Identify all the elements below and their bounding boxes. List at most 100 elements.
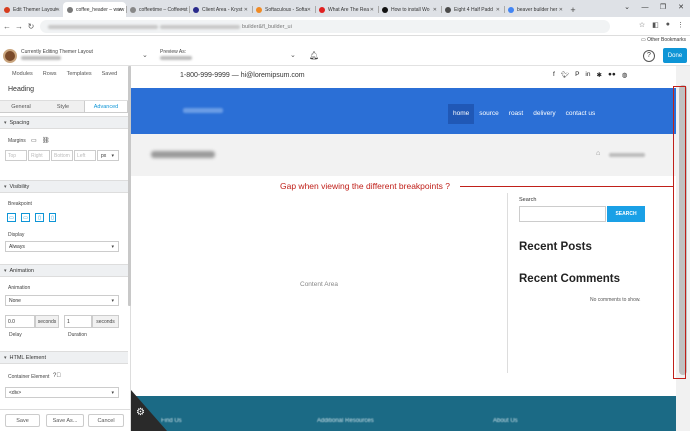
section-animation[interactable]: ▾ Animation [0,264,128,277]
margin-left-input[interactable]: Left [74,150,96,161]
tab-modules[interactable]: Modules [12,71,33,77]
new-tab-button[interactable]: + [567,2,579,17]
chevron-down-icon: ▾ [111,297,114,304]
link-icon[interactable]: ⛓︎ [42,137,50,144]
close-tab-icon[interactable]: ✕ [181,7,185,13]
close-tab-icon[interactable]: ✕ [244,7,248,13]
page-title-redacted [151,151,215,158]
save-as-button[interactable]: Save As... [46,414,84,427]
preview-as-value-redacted[interactable] [160,56,192,60]
pinterest-icon[interactable]: P [575,71,579,79]
back-icon[interactable]: ← [2,22,12,31]
responsive-icon[interactable]: ▭ [31,137,37,144]
yelp-icon[interactable]: ✱ [596,71,601,79]
section-html-element[interactable]: ▾ HTML Element [0,351,128,364]
tab-favicon [4,6,10,13]
notifications-bell-icon[interactable]: 🔔︎ [309,51,319,60]
menu-item-roast[interactable]: roast [504,104,528,124]
close-tab-icon[interactable]: ✕ [370,7,374,13]
chevron-down-icon[interactable]: ⌄ [142,51,148,59]
close-window-icon[interactable]: ✕ [672,0,690,15]
search-button[interactable]: SEARCH [607,206,645,222]
window-controls: ⌄ — ❐ ✕ [618,0,690,15]
menu-icon[interactable]: ⋮ [677,21,684,29]
tab-rows[interactable]: Rows [43,71,57,77]
folder-icon: ▭ [640,37,646,43]
forward-icon[interactable]: → [14,22,24,31]
section-spacing[interactable]: ▾ Spacing [0,116,128,129]
beaver-logo-icon[interactable] [3,49,17,63]
section-visibility[interactable]: ▾ Visibility [0,180,128,193]
menu-item-contact-us[interactable]: contact us [561,104,601,124]
dribbble-icon[interactable]: ◍ [622,71,628,79]
duration-input[interactable]: 1 [64,315,92,328]
animation-select[interactable]: None ▾ [5,295,119,306]
close-tab-icon[interactable]: ✕ [496,7,500,13]
tab-search-icon[interactable]: ⌄ [618,0,636,15]
display-label: Display [8,232,25,238]
redacted-url [48,24,158,29]
tab-general[interactable]: General [0,101,42,112]
tab-favicon [319,6,325,13]
cancel-button[interactable]: Cancel [88,414,124,427]
done-button[interactable]: Done [663,48,687,63]
close-tab-icon[interactable]: ✕ [118,7,122,13]
close-tab-icon[interactable]: ✕ [559,7,563,13]
browser-tab[interactable]: What Are The Rea ✕ [315,2,378,17]
close-tab-icon[interactable]: ✕ [433,7,437,13]
social-icons: f 🐦︎ P in ✱ ●● ◍ [553,71,627,79]
help-button[interactable]: ? [643,50,655,62]
mobile-breakpoint-icon[interactable]: ▯ [49,213,56,222]
save-button[interactable]: Save [5,414,40,427]
help-icon[interactable]: ?⃝ [53,373,61,379]
browser-tab[interactable]: Edit Themer Layout ‹ ✕ [0,2,63,17]
desktop-breakpoint-icon[interactable]: ▭ [7,213,16,222]
container-element-select[interactable]: <div> ▾ [5,387,119,398]
gear-icon[interactable]: ⚙ [136,407,145,418]
medium-breakpoint-icon[interactable]: ▯ [35,213,44,222]
browser-tab[interactable]: coffeetime – Coffee st ✕ [126,2,189,17]
browser-tab-active[interactable]: coffee_header – www ✕ [63,2,126,17]
duration-unit: seconds [92,315,119,328]
display-select[interactable]: Always ▾ [5,241,119,252]
menu-item-delivery[interactable]: delivery [528,104,560,124]
facebook-icon[interactable]: f [553,71,555,79]
profile-icon[interactable]: ● [666,21,670,29]
twitter-icon[interactable]: 🐦︎ [561,71,569,79]
margin-bottom-input[interactable]: Bottom [51,150,73,161]
browser-tab[interactable]: Softaculous - Softa ✕ [252,2,315,17]
breadcrumb-redacted [609,153,645,157]
tab-saved[interactable]: Saved [102,71,118,77]
url-field[interactable]: builder&fl_builder_ui [40,20,610,33]
close-tab-icon[interactable]: ✕ [307,7,311,13]
minimize-icon[interactable]: — [636,0,654,15]
reload-icon[interactable]: ↻ [26,22,36,31]
no-comments-text: No comments to show. [590,297,641,303]
home-icon[interactable]: ⌂ [596,150,600,157]
extensions-icon[interactable]: ◧ [652,21,659,29]
maximize-icon[interactable]: ❐ [654,0,672,15]
star-icon[interactable]: ☆ [639,21,645,29]
margin-top-input[interactable]: Top [5,150,27,161]
flickr-icon[interactable]: ●● [608,71,616,79]
site-logo-redacted[interactable] [183,108,223,113]
menu-item-source[interactable]: source [474,104,504,124]
browser-tab[interactable]: beaver builder her ✕ [504,2,567,17]
tab-advanced[interactable]: Advanced [84,101,128,112]
margin-right-input[interactable]: Right [28,150,50,161]
menu-item-home[interactable]: home [448,104,475,124]
large-breakpoint-icon[interactable]: ▭ [21,213,30,222]
close-tab-icon[interactable]: ✕ [55,7,59,13]
linkedin-icon[interactable]: in [585,71,590,79]
margin-unit-select[interactable]: px ▾ [97,150,119,161]
search-input[interactable] [519,206,606,222]
browser-tab[interactable]: Client Area - Kryst ✕ [189,2,252,17]
browser-tab[interactable]: Eight 4 Half Padd ✕ [441,2,504,17]
delay-input[interactable]: 0.0 [5,315,35,328]
other-bookmarks[interactable]: ▭ Other Bookmarks [641,37,686,43]
browser-tab[interactable]: How to install Wo ✕ [378,2,441,17]
tab-templates[interactable]: Templates [67,71,92,77]
tab-favicon [256,6,262,13]
chevron-down-icon[interactable]: ⌄ [290,51,296,59]
tab-style[interactable]: Style [42,101,84,112]
